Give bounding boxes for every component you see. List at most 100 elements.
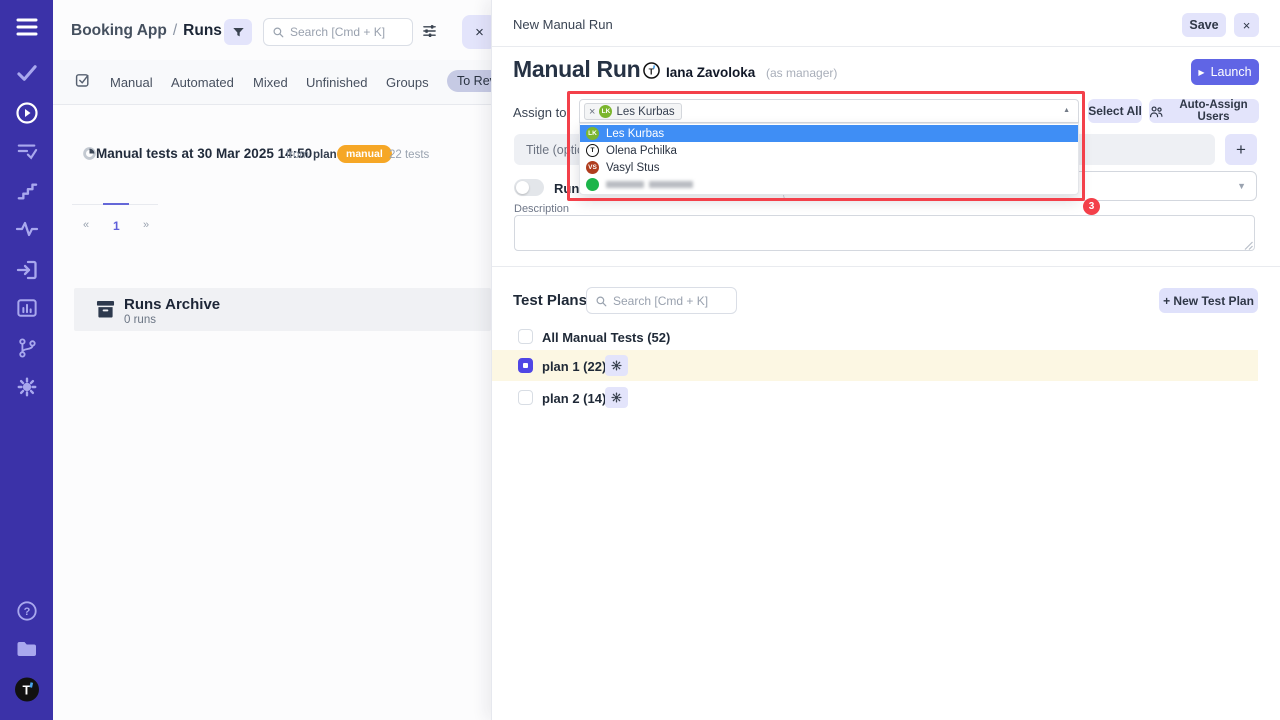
pulse-icon[interactable] [15,220,39,238]
select-all-button[interactable]: Select All [1088,99,1142,123]
plan-label-all[interactable]: All Manual Tests (52) [542,330,670,345]
tab-automated[interactable]: Automated [171,75,234,90]
auto-assign-button[interactable]: Auto-Assign Users [1149,99,1259,123]
milestones-icon[interactable] [16,181,38,201]
assignee-multiselect[interactable]: × LK Les Kurbas ▲ [579,99,1079,123]
test-plans-search [586,287,737,314]
new-test-plan-button[interactable]: + New Test Plan [1159,288,1258,313]
manager-name: Iana Zavoloka [666,65,755,80]
drawer-header: New Manual Run Save × [492,0,1280,47]
runs-icon[interactable] [15,101,39,125]
pagination-prev[interactable]: « [83,219,89,231]
drawer-close-button[interactable]: × [1234,13,1259,37]
reports-icon[interactable] [16,298,38,318]
runs-list-panel: Booking App / Runs × Manual Automated Mi… [53,0,491,720]
assign-to-label: Assign to [513,105,566,120]
svg-text:?: ? [23,606,30,618]
test-plans-heading: Test Plans [513,292,587,309]
plan-label-2[interactable]: plan 2 (14) [542,391,606,406]
new-manual-run-drawer: New Manual Run Save × Manual Run T Iana … [491,0,1280,720]
tests-icon[interactable] [16,64,38,82]
documents-icon[interactable] [15,639,39,659]
funnel-icon [232,26,245,39]
avatar: LK [599,105,612,118]
manager-avatar: T [643,62,660,82]
pagination-next[interactable]: » [143,219,149,231]
dropdown-option-redacted[interactable] [580,176,1078,193]
avatar: LK [586,127,599,140]
filter-button[interactable] [224,19,252,45]
tab-mixed[interactable]: Mixed [253,75,288,90]
plan-2-settings-button[interactable] [605,387,628,408]
checkbox-plan-2[interactable] [518,390,533,405]
tab-manual[interactable]: Manual [110,75,153,90]
app-sidebar: ? T [0,0,53,720]
dropdown-option-olena-pchilka[interactable]: T Olena Pchilka [580,142,1078,159]
avatar: T [586,144,599,157]
select-runs-icon[interactable] [75,72,91,91]
plan-label-1[interactable]: plan 1 (22) [542,359,606,374]
run-from-label: from [286,149,309,161]
archive-count: 0 runs [124,314,156,326]
description-textarea[interactable] [514,215,1255,251]
checkbox-plan-1[interactable] [518,358,533,373]
view-settings-icon[interactable] [422,24,437,38]
tab-groups[interactable]: Groups [386,75,429,90]
app-logo[interactable]: T [14,677,39,702]
section-divider [492,266,1280,267]
archive-icon [96,300,115,318]
annotation-step-badge: 3 [1083,198,1100,215]
users-icon [1149,105,1163,118]
search-icon [272,26,284,38]
play-icon: ▶ [1198,68,1204,77]
add-title-button[interactable]: + [1225,134,1257,165]
avatar: VS [586,161,599,174]
help-icon[interactable]: ? [16,600,38,622]
runs-archive-row[interactable]: Runs Archive 0 runs [74,288,491,331]
breadcrumb-project[interactable]: Booking App [71,22,167,40]
menu-icon[interactable] [15,17,39,37]
test-plans-search-input[interactable] [613,294,728,308]
archive-title: Runs Archive [124,296,220,313]
chevron-down-icon: ▼ [1237,181,1246,191]
dropdown-option-vasyl-stus[interactable]: VS Vasyl Stus [580,159,1078,176]
run-toggle-label: Run [554,181,579,196]
breadcrumb-separator: / [173,22,177,40]
manager-role-note: (as manager) [766,66,837,80]
import-icon[interactable] [15,259,39,281]
run-status-icon [83,147,96,160]
pagination-active-indicator [103,203,129,205]
run-toggle[interactable] [514,179,544,196]
save-button[interactable]: Save [1182,13,1226,37]
pagination-page-1[interactable]: 1 [113,219,120,233]
assignee-dropdown: LK Les Kurbas T Olena Pchilka VS Vasyl S… [579,123,1079,195]
run-title[interactable]: Manual tests at 30 Mar 2025 14:50 [96,146,312,161]
chip-remove-icon[interactable]: × [589,106,595,118]
redacted-user-name [606,181,693,188]
assignee-chip: × LK Les Kurbas [584,103,682,120]
runs-filter-tabs: Manual Automated Mixed Unfinished Groups… [53,60,491,105]
tab-unfinished[interactable]: Unfinished [306,75,367,90]
runs-search [263,18,413,46]
dropdown-option-les-kurbas[interactable]: LK Les Kurbas [580,125,1078,142]
breadcrumb: Booking App / Runs [71,22,222,40]
run-tests-count: 22 tests [389,149,429,161]
settings-icon[interactable] [16,376,38,398]
avatar [586,178,599,191]
tab-to-review[interactable]: To Review [447,70,491,92]
chevron-up-icon: ▲ [1063,107,1070,114]
run-type-badge: manual [337,145,392,163]
test-plans-icon[interactable] [16,141,38,161]
drawer-title: New Manual Run [513,17,613,32]
run-list-item[interactable]: Manual tests at 30 Mar 2025 14:50 from p… [53,140,491,168]
runs-search-input[interactable] [290,25,404,39]
launch-button[interactable]: ▶ Launch [1191,59,1259,85]
branches-icon[interactable] [16,337,38,359]
plan-1-settings-button[interactable] [605,355,628,376]
chip-name: Les Kurbas [616,106,674,118]
description-label: Description [514,203,569,215]
svg-text:T: T [22,683,30,698]
search-icon [595,295,607,307]
checkbox-all-manual-tests[interactable] [518,329,533,344]
toggle-knob [516,181,529,194]
